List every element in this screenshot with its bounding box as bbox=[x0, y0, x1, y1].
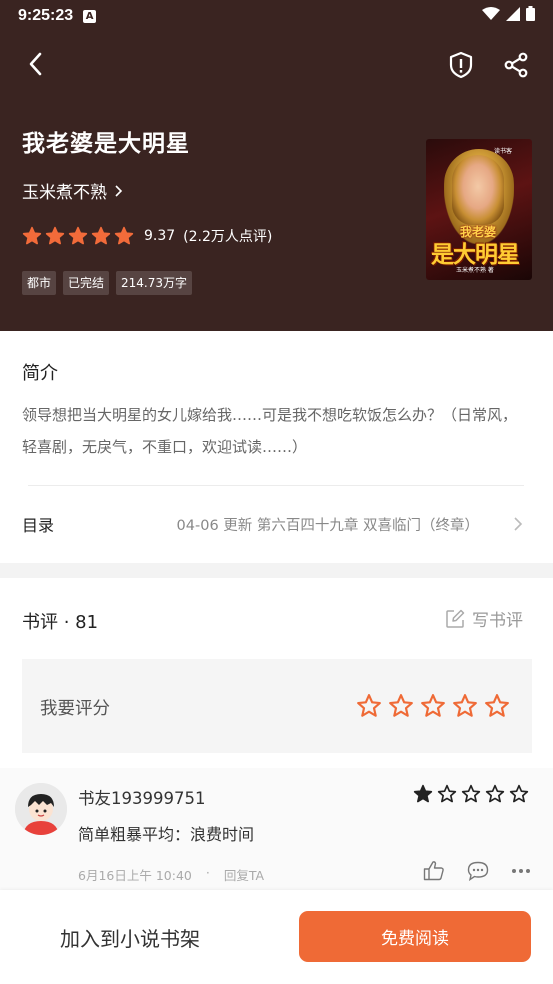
rate-box: 我要评分 bbox=[22, 659, 532, 753]
review-title: 书评 · 81 bbox=[22, 612, 99, 633]
review-user-name[interactable]: 书友193999751 bbox=[78, 785, 205, 809]
star-icon bbox=[437, 784, 457, 803]
star-icon bbox=[22, 226, 42, 245]
share-icon bbox=[504, 52, 528, 78]
rating-count: (2.2万人点评) bbox=[183, 229, 273, 245]
rate-star-icon[interactable] bbox=[388, 693, 414, 719]
star-icon bbox=[114, 226, 134, 245]
chevron-right-icon bbox=[115, 184, 123, 197]
rating-stars bbox=[22, 226, 134, 246]
wifi-icon bbox=[482, 6, 500, 20]
intro-title: 简介 bbox=[22, 363, 58, 384]
book-tags: 都市 已完结 214.73万字 bbox=[22, 271, 193, 295]
star-icon bbox=[485, 784, 505, 803]
book-tag: 214.73万字 bbox=[116, 271, 193, 295]
battery-icon bbox=[526, 6, 535, 21]
review-stars bbox=[413, 784, 529, 804]
star-icon bbox=[413, 784, 433, 803]
author-name: 玉米煮不熟 bbox=[22, 183, 107, 203]
meta-separator: · bbox=[205, 865, 210, 880]
share-button[interactable] bbox=[499, 48, 533, 82]
rate-stars bbox=[356, 693, 510, 719]
cover-portrait bbox=[452, 155, 504, 225]
write-review-button[interactable]: 写书评 bbox=[445, 606, 523, 631]
rate-star-icon[interactable] bbox=[484, 693, 510, 719]
rate-star-icon[interactable] bbox=[420, 693, 446, 719]
free-read-button[interactable]: 免费阅读 bbox=[299, 911, 531, 962]
star-icon bbox=[68, 226, 88, 245]
rate-prompt: 我要评分 bbox=[40, 699, 110, 719]
rate-star-icon[interactable] bbox=[356, 693, 382, 719]
book-title: 我老婆是大明星 bbox=[22, 131, 190, 157]
intro-text[interactable]: 领导想把当大明星的女儿嫁给我……可是我不想吃软饭怎么办？（日常风，轻喜剧，无戾气… bbox=[22, 399, 522, 463]
notification-icon: A bbox=[83, 9, 97, 23]
divider bbox=[28, 485, 524, 486]
rate-star-icon[interactable] bbox=[452, 693, 478, 719]
book-rating: 9.37 (2.2万人点评) bbox=[22, 226, 272, 246]
write-review-label: 写书评 bbox=[472, 611, 523, 631]
add-to-shelf-button[interactable]: 加入到小说书架 bbox=[60, 923, 200, 952]
thumbs-up-icon[interactable] bbox=[423, 860, 445, 881]
intro-section: 简介 领导想把当大明星的女儿嫁给我……可是我不想吃软饭怎么办？（日常风，轻喜剧，… bbox=[0, 331, 553, 563]
status-icons bbox=[482, 6, 535, 21]
status-time: 9:25:23 bbox=[18, 7, 74, 24]
signal-icon bbox=[506, 6, 520, 21]
chevron-left-icon bbox=[29, 52, 42, 76]
top-nav bbox=[0, 44, 553, 86]
star-icon bbox=[509, 784, 529, 803]
review-time: 6月16日上午 10:40 bbox=[78, 868, 192, 883]
comment-icon[interactable] bbox=[467, 861, 489, 881]
more-icon[interactable] bbox=[511, 868, 531, 874]
avatar[interactable] bbox=[15, 783, 67, 835]
cover-author: 玉米煮不熟 著 bbox=[456, 267, 494, 274]
book-tag: 已完结 bbox=[63, 271, 110, 295]
bottom-action-bar: 加入到小说书架 免费阅读 bbox=[0, 890, 553, 984]
review-text: 简单粗暴平均：浪费时间 bbox=[78, 825, 255, 844]
back-button[interactable] bbox=[20, 48, 52, 80]
review-meta: 6月16日上午 10:40 · 回复TA bbox=[78, 865, 264, 884]
review-actions bbox=[423, 860, 531, 881]
star-icon bbox=[461, 784, 481, 803]
review-item: 书友193999751 简单粗暴平均：浪费时间 6月16日上午 10:40 · … bbox=[0, 768, 553, 890]
chevron-right-icon bbox=[514, 517, 523, 531]
book-header: 9:25:23 A 我老婆是大明星 玉米煮不熟 9.37 (2.2万人点评) 都… bbox=[0, 0, 553, 331]
status-bar: 9:25:23 A bbox=[0, 0, 553, 32]
book-cover[interactable]: 读书客 我老婆 是大明星 玉米煮不熟 著 bbox=[426, 139, 532, 280]
toc-latest-chapter: 04-06 更新 第六百四十九章 双喜临门（终章） bbox=[176, 517, 479, 534]
cover-title-large: 是大明星 bbox=[431, 242, 520, 268]
toc-row[interactable]: 目录 04-06 更新 第六百四十九章 双喜临门（终章） bbox=[0, 503, 553, 545]
toc-label: 目录 bbox=[22, 516, 55, 535]
star-icon bbox=[91, 226, 111, 245]
author-link[interactable]: 玉米煮不熟 bbox=[22, 178, 123, 203]
rating-score: 9.37 bbox=[144, 228, 176, 244]
report-button[interactable] bbox=[444, 48, 478, 82]
edit-icon bbox=[446, 609, 465, 628]
shield-alert-icon bbox=[449, 51, 473, 79]
reply-link[interactable]: 回复TA bbox=[224, 865, 264, 884]
star-icon bbox=[45, 226, 65, 245]
book-tag: 都市 bbox=[22, 271, 57, 295]
avatar-icon bbox=[15, 783, 67, 835]
